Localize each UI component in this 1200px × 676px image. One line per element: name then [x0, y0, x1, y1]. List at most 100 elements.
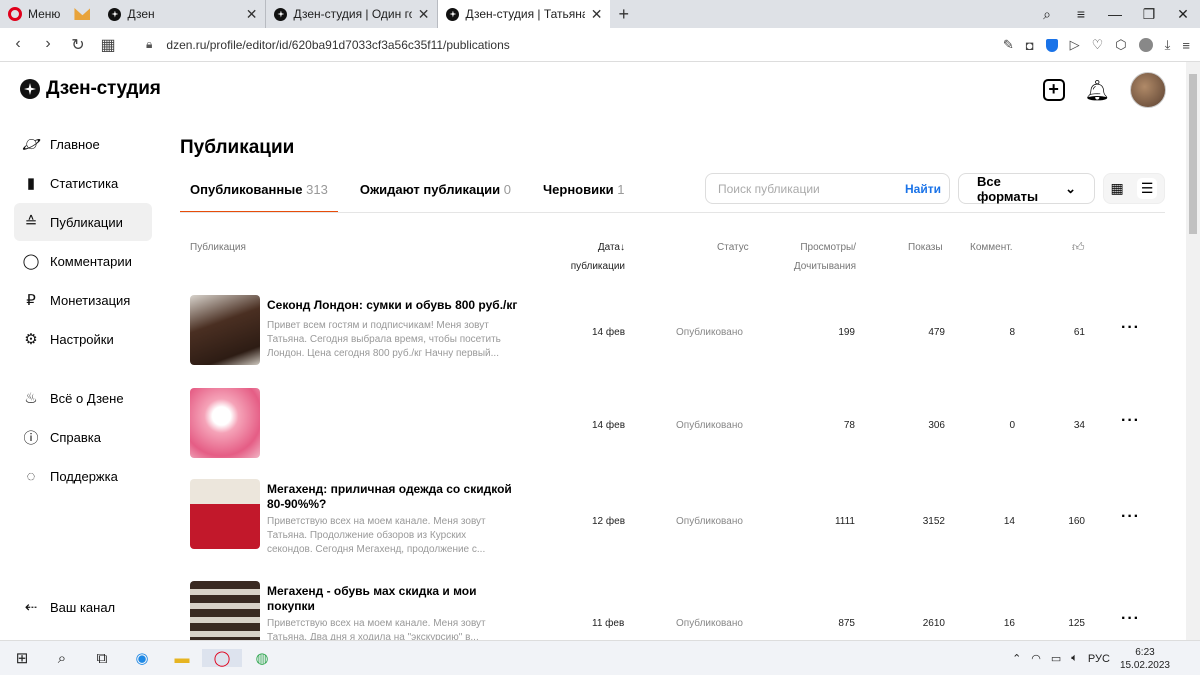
browser-tab-dzen[interactable]: Дзен ✕	[100, 0, 267, 28]
clock[interactable]: 6:23 15.02.2023	[1120, 646, 1170, 672]
publication-thumbnail[interactable]	[190, 581, 260, 640]
table-row[interactable]: Мегахенд: приличная одежда со скидкой 80…	[190, 479, 1165, 555]
scrollbar-thumb[interactable]	[1189, 74, 1197, 234]
more-actions-icon[interactable]: ···	[1121, 610, 1140, 628]
heart-icon[interactable]: ♡	[1092, 37, 1104, 53]
search-button[interactable]: Найти	[905, 182, 941, 196]
tab-drafts[interactable]: Черновики 1	[533, 178, 634, 213]
publication-title[interactable]: Мегахенд: приличная одежда со скидкой 80…	[267, 482, 527, 512]
publication-likes: 125	[1068, 618, 1085, 629]
address-bar: ‹ › ↻ ▦ 🔒︎ dzen.ru/profile/editor/id/620…	[0, 28, 1200, 62]
publication-title[interactable]: Секонд Лондон: сумки и обувь 800 руб./кг	[267, 298, 527, 313]
wifi-icon[interactable]: ◠	[1031, 652, 1041, 665]
sidebar-item-help[interactable]: ⓘ Справка	[14, 418, 152, 456]
windows-start-icon[interactable]: ⊞	[2, 649, 42, 667]
publication-thumbnail[interactable]	[190, 388, 260, 458]
sidebar-item-comments[interactable]: ◯ Комментарии	[14, 242, 152, 280]
browser-tab-studio-active[interactable]: Дзен-студия | Татьяна Ш. ✕	[438, 0, 611, 28]
sidebar-item-monetization[interactable]: ₽ Монетизация	[14, 281, 152, 319]
vpn-shield-icon[interactable]	[1045, 38, 1058, 52]
more-actions-icon[interactable]: ···	[1121, 319, 1140, 337]
tab-close-icon[interactable]: ✕	[246, 6, 258, 23]
more-actions-icon[interactable]: ···	[1121, 412, 1140, 430]
menu-lines-icon[interactable]: ≡	[1182, 38, 1190, 53]
chevron-up-icon[interactable]: ⌃	[1012, 652, 1021, 665]
reload-icon[interactable]: ↻	[70, 35, 86, 55]
minimize-icon[interactable]: —	[1098, 6, 1132, 22]
volume-icon[interactable]: 🔈︎	[1071, 652, 1078, 665]
publication-description: Приветствую всех на моем канале. Меня зо…	[267, 516, 486, 555]
dzen-logo-icon	[20, 79, 40, 99]
search-icon[interactable]: ⌕	[42, 650, 82, 667]
list-view-icon[interactable]: ☰	[1136, 178, 1158, 199]
back-icon[interactable]: ‹	[10, 35, 26, 55]
page-scrollbar[interactable]	[1186, 62, 1200, 640]
cube-icon[interactable]: ⬡	[1115, 37, 1126, 53]
tab-close-icon[interactable]: ✕	[591, 6, 603, 23]
mail-icon[interactable]	[74, 8, 91, 20]
profile-icon[interactable]	[1138, 38, 1153, 52]
publication-status: Опубликовано	[676, 516, 743, 527]
search-tabs-icon[interactable]: ⌕	[1030, 6, 1064, 23]
opera-taskbar-icon[interactable]: ◯	[202, 649, 242, 667]
windows-taskbar: ⊞ ⌕ ⧉ ◉ ▬ ◯ ◍ ⌃ ◠ ▭ 🔈︎ РУС 6:23 15.02.20…	[0, 640, 1200, 675]
edit-page-icon[interactable]: ✎	[1003, 37, 1014, 53]
tabs-menu-icon[interactable]: ≡	[1064, 6, 1098, 22]
sidebar-item-main[interactable]: 🪐︎ Главное	[14, 125, 152, 163]
dzen-studio-logo[interactable]: Дзен-студия	[20, 78, 161, 100]
sidebar-item-label: Публикации	[50, 214, 123, 230]
tab-published[interactable]: Опубликованные 313	[180, 178, 338, 213]
download-icon[interactable]: ⤓	[1165, 37, 1171, 53]
format-select[interactable]: Все форматы ⌄	[958, 173, 1095, 204]
sidebar-item-label: Поддержка	[50, 468, 118, 484]
create-publication-button[interactable]: +	[1042, 79, 1065, 101]
sidebar-item-settings[interactable]: ⚙ Настройки	[14, 320, 152, 358]
table-row[interactable]: Секонд Лондон: сумки и обувь 800 руб./кг…	[190, 295, 1165, 367]
file-explorer-icon[interactable]: ▬	[162, 650, 202, 667]
publication-title[interactable]: Мегахенд - обувь мах скидка и мои покупк…	[267, 584, 527, 614]
sidebar-item-about[interactable]: ♨ Всё о Дзене	[14, 379, 152, 417]
col-date[interactable]: Дата↓ публикации	[567, 238, 625, 276]
tab-label: Дзен	[127, 7, 155, 21]
sidebar-item-support[interactable]: ◌ Поддержка	[14, 457, 152, 495]
forward-icon[interactable]: ›	[40, 35, 56, 55]
close-window-icon[interactable]: ✕	[1166, 6, 1200, 23]
tab-pending[interactable]: Ожидают публикации 0	[350, 178, 521, 213]
more-actions-icon[interactable]: ···	[1121, 508, 1140, 526]
new-tab-plus-icon[interactable]: +	[610, 4, 637, 25]
chrome-icon[interactable]: ◍	[242, 649, 282, 667]
tab-close-icon[interactable]: ✕	[418, 6, 430, 23]
opera-menu-button[interactable]: Меню	[0, 0, 70, 28]
publication-thumbnail[interactable]	[190, 479, 260, 549]
speed-dial-icon[interactable]: ▦	[100, 35, 116, 55]
publication-likes: 34	[1073, 420, 1085, 431]
table-row[interactable]: Мегахенд - обувь мах скидка и мои покупк…	[190, 581, 1165, 640]
bell-icon[interactable]: 🔔︎	[1085, 78, 1110, 103]
avatar[interactable]	[1130, 72, 1166, 108]
send-icon[interactable]: ▷	[1070, 37, 1080, 53]
search-input[interactable]	[718, 181, 906, 196]
publication-status: Опубликовано	[676, 420, 743, 431]
sidebar-item-statistics[interactable]: ▮ Статистика	[14, 164, 152, 202]
grid-view-icon[interactable]: ▦	[1111, 180, 1124, 197]
restore-icon[interactable]: ❐	[1132, 6, 1166, 23]
table-row[interactable]: 14 фев Опубликовано 78 306 0 34 ···	[190, 388, 1165, 460]
col-date-label: Дата	[597, 242, 620, 253]
language-indicator[interactable]: РУС	[1088, 653, 1110, 665]
tab-label: Черновики	[543, 182, 614, 197]
tab-label: Опубликованные	[190, 182, 303, 197]
lock-icon[interactable]: 🔒︎	[146, 37, 152, 52]
battery-icon[interactable]: ▭	[1051, 652, 1061, 665]
url-field[interactable]: dzen.ru/profile/editor/id/620ba91d7033cf…	[166, 38, 509, 52]
flame-icon: ♨	[24, 390, 38, 407]
camera-icon[interactable]: ◘	[1026, 38, 1034, 53]
browser-tab-studio-year[interactable]: Дзен-студия | Один год на ✕	[266, 0, 439, 28]
sidebar-item-your-channel[interactable]: ⇠ Ваш канал	[14, 588, 152, 626]
task-view-icon[interactable]: ⧉	[82, 650, 122, 667]
logo-text: Дзен-студия	[46, 78, 161, 99]
publication-status: Опубликовано	[676, 327, 743, 338]
sidebar-item-label: Ваш канал	[50, 599, 116, 615]
publication-thumbnail[interactable]	[190, 295, 260, 365]
edge-browser-icon[interactable]: ◉	[122, 649, 162, 667]
sidebar-item-publications[interactable]: ≙ Публикации	[14, 203, 152, 241]
